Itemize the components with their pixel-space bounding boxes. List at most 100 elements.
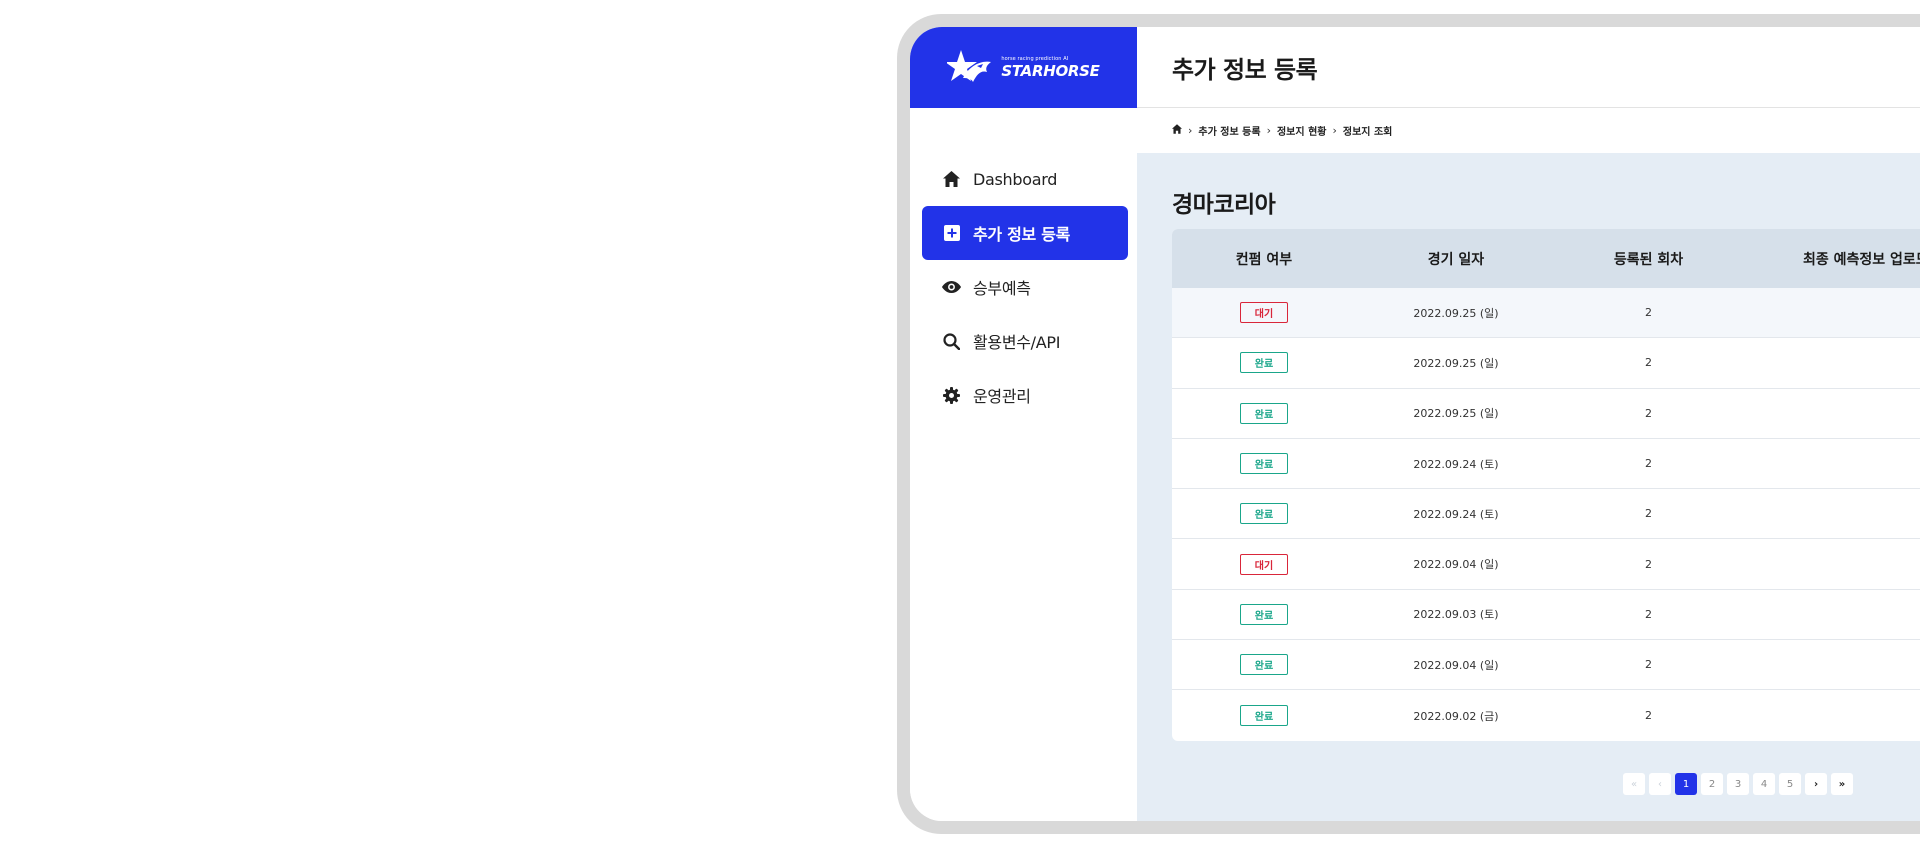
status-badge[interactable]: 완료 bbox=[1240, 503, 1288, 525]
date-cell: 2022.09.24 (토) bbox=[1413, 457, 1499, 471]
sidebar-item-add-info[interactable]: 추가 정보 등록 bbox=[922, 206, 1128, 260]
table-row[interactable]: 완료 2022.09.25 (일) 2 2022.07.21 bbox=[1172, 389, 1920, 439]
search-icon bbox=[942, 332, 961, 351]
status-cell: 완료 bbox=[1172, 352, 1356, 374]
column-header: 컨펌 여부 bbox=[1235, 251, 1293, 268]
page-button[interactable]: 5 bbox=[1779, 773, 1801, 795]
status-badge[interactable]: 대기 bbox=[1240, 302, 1288, 324]
home-icon bbox=[942, 170, 961, 189]
round-cell: 2 bbox=[1645, 709, 1652, 723]
round-cell: 2 bbox=[1645, 406, 1652, 420]
content-panel: 경마코리아 컨펌 여부 경기 일자 등록된 회차 최종 예측정보 업로드 대기 2… bbox=[1137, 153, 1920, 821]
round-cell: 2 bbox=[1645, 457, 1652, 471]
sidebar-item-label: 운영관리 bbox=[973, 387, 1031, 406]
date-cell: 2022.09.02 (금) bbox=[1413, 709, 1499, 723]
last-page-button[interactable]: » bbox=[1831, 773, 1853, 795]
round-cell: 2 bbox=[1645, 356, 1652, 370]
status-badge[interactable]: 완료 bbox=[1240, 453, 1288, 475]
table-row[interactable]: 대기 2022.09.04 (일) 2 2022.07.21 bbox=[1172, 539, 1920, 590]
starhorse-logo-icon bbox=[947, 49, 992, 82]
first-page-button[interactable]: « bbox=[1623, 773, 1645, 795]
logo[interactable]: horse racing prediction AI STARHORSE bbox=[910, 27, 1137, 108]
upload-date-cell: 2022.07.21 bbox=[1741, 658, 1920, 671]
page-button[interactable]: 3 bbox=[1727, 773, 1749, 795]
table-row[interactable]: 대기 2022.09.25 (일) 2 2022.07.21 bbox=[1172, 288, 1920, 339]
status-badge[interactable]: 완료 bbox=[1240, 402, 1288, 424]
pagination: « ‹ 1 2 3 4 5 › » bbox=[1623, 773, 1853, 795]
table-row[interactable]: 완료 2022.09.25 (일) 2 2022.07.21 bbox=[1172, 338, 1920, 389]
top-bar: 추가 정보 등록 bbox=[1137, 27, 1920, 108]
status-badge[interactable]: 완료 bbox=[1240, 603, 1288, 625]
round-cell: 2 bbox=[1645, 658, 1652, 672]
table-row[interactable]: 완료 2022.09.24 (토) 2 2022.07.21 bbox=[1172, 439, 1920, 490]
page-button[interactable]: 2 bbox=[1701, 773, 1723, 795]
date-cell: 2022.09.03 (토) bbox=[1413, 608, 1499, 622]
status-cell: 완료 bbox=[1172, 453, 1356, 475]
status-cell: 대기 bbox=[1172, 302, 1356, 324]
table-header: 컨펌 여부 경기 일자 등록된 회차 최종 예측정보 업로드 bbox=[1172, 229, 1920, 288]
breadcrumb-item[interactable]: 정보지 현황 bbox=[1277, 123, 1326, 138]
column-header: 등록된 회차 bbox=[1613, 251, 1684, 268]
chevron-right-icon: › bbox=[1188, 123, 1193, 137]
eye-icon bbox=[942, 278, 961, 297]
chevron-right-icon: › bbox=[1266, 123, 1271, 137]
status-cell: 완료 bbox=[1172, 402, 1356, 424]
table-row[interactable]: 완료 2022.09.03 (토) 2 2022.07.21 bbox=[1172, 590, 1920, 641]
table-row[interactable]: 완료 2022.09.02 (금) 2 2022.07.21 bbox=[1172, 690, 1920, 740]
breadcrumb: › 추가 정보 등록 › 정보지 현황 › 정보지 조회 bbox=[1137, 108, 1920, 152]
page-title: 추가 정보 등록 bbox=[1172, 55, 1318, 84]
date-cell: 2022.09.04 (일) bbox=[1413, 658, 1499, 672]
sidebar-item-label: 승부예측 bbox=[973, 279, 1031, 298]
round-cell: 2 bbox=[1645, 507, 1652, 521]
upload-date-cell: 2022.07.21 bbox=[1741, 356, 1920, 369]
main-area: 추가 정보 등록 › 추가 정보 등록 › 정보지 현황 › 정보지 조회 경마… bbox=[1137, 27, 1920, 821]
chevron-right-icon: › bbox=[1332, 123, 1337, 137]
date-cell: 2022.09.04 (일) bbox=[1413, 558, 1499, 572]
app-screen: horse racing prediction AI STARHORSE Das… bbox=[910, 27, 1920, 821]
sidebar-item-variables-api[interactable]: 활용변수/API bbox=[922, 314, 1128, 368]
gear-icon bbox=[942, 386, 961, 405]
upload-date-cell: 2022.07.21 bbox=[1741, 608, 1920, 621]
device-frame: horse racing prediction AI STARHORSE Das… bbox=[897, 14, 1920, 834]
status-badge[interactable]: 대기 bbox=[1240, 553, 1288, 575]
plus-square-icon bbox=[942, 224, 961, 243]
section-title: 경마코리아 bbox=[1172, 192, 1276, 218]
status-cell: 대기 bbox=[1172, 553, 1356, 575]
status-cell: 완료 bbox=[1172, 603, 1356, 625]
sidebar-nav: Dashboard 추가 정보 등록 승부예측 활용변수/API 운영관리 bbox=[910, 108, 1137, 422]
upload-date-cell: 2022.07.21 bbox=[1741, 306, 1920, 319]
page-button[interactable]: 4 bbox=[1753, 773, 1775, 795]
status-cell: 완료 bbox=[1172, 503, 1356, 525]
next-page-button[interactable]: › bbox=[1805, 773, 1827, 795]
breadcrumb-item[interactable]: 추가 정보 등록 bbox=[1198, 123, 1260, 138]
upload-date-cell: 2022.07.21 bbox=[1741, 507, 1920, 520]
table-body: 대기 2022.09.25 (일) 2 2022.07.21 완료 2022.09.25 … bbox=[1172, 288, 1920, 741]
column-header: 최종 예측정보 업로드 bbox=[1803, 251, 1920, 268]
table-row[interactable]: 완료 2022.09.04 (일) 2 2022.07.21 bbox=[1172, 640, 1920, 691]
status-badge[interactable]: 완료 bbox=[1240, 654, 1288, 676]
sidebar-item-prediction[interactable]: 승부예측 bbox=[922, 260, 1128, 314]
upload-date-cell: 2022.07.21 bbox=[1741, 558, 1920, 571]
sidebar-item-dashboard[interactable]: Dashboard bbox=[922, 152, 1128, 206]
sidebar-item-operations[interactable]: 운영관리 bbox=[922, 368, 1128, 422]
logo-name: STARHORSE bbox=[1001, 61, 1100, 80]
home-icon[interactable] bbox=[1172, 123, 1182, 137]
sidebar-item-label: 활용변수/API bbox=[973, 333, 1061, 352]
date-cell: 2022.09.25 (일) bbox=[1413, 407, 1499, 421]
prev-page-button[interactable]: ‹ bbox=[1649, 773, 1671, 795]
status-cell: 완료 bbox=[1172, 705, 1356, 727]
date-cell: 2022.09.25 (일) bbox=[1413, 356, 1499, 370]
date-cell: 2022.09.24 (토) bbox=[1413, 507, 1499, 521]
upload-date-cell: 2022.07.21 bbox=[1741, 709, 1920, 722]
page-button[interactable]: 1 bbox=[1675, 773, 1697, 795]
status-cell: 완료 bbox=[1172, 654, 1356, 676]
date-cell: 2022.09.25 (일) bbox=[1413, 306, 1499, 320]
table-row[interactable]: 완료 2022.09.24 (토) 2 2022.07.21 bbox=[1172, 489, 1920, 540]
sidebar: horse racing prediction AI STARHORSE Das… bbox=[910, 27, 1137, 821]
upload-date-cell: 2022.07.21 bbox=[1741, 457, 1920, 470]
upload-date-cell: 2022.07.21 bbox=[1741, 407, 1920, 420]
status-badge[interactable]: 완료 bbox=[1240, 352, 1288, 374]
status-badge[interactable]: 완료 bbox=[1240, 705, 1288, 727]
round-cell: 2 bbox=[1645, 306, 1652, 320]
round-cell: 2 bbox=[1645, 557, 1652, 571]
